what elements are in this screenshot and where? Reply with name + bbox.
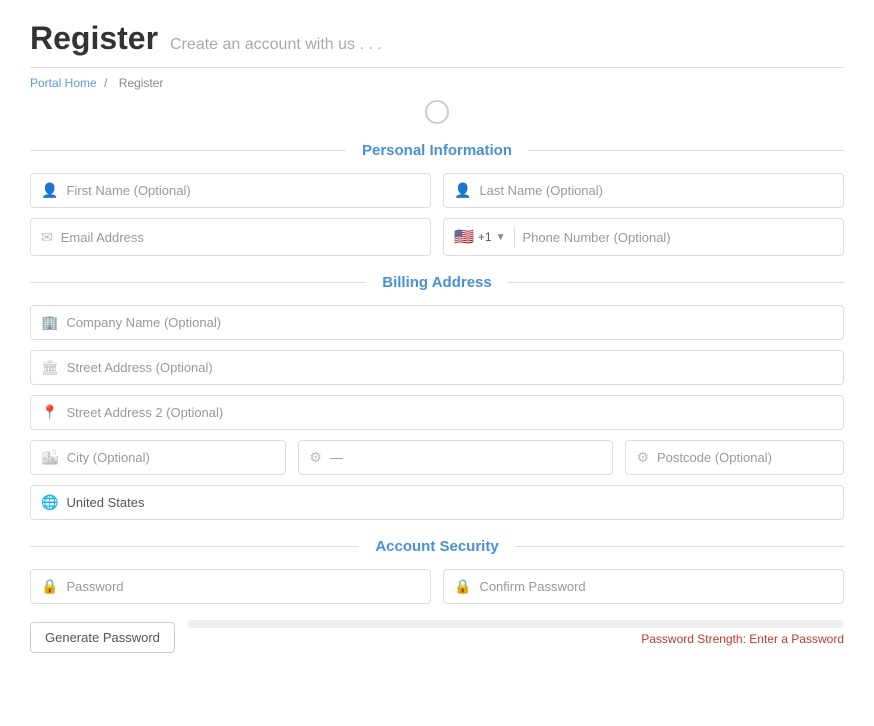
country-row: 🌐 xyxy=(30,485,844,520)
strength-label: Password Strength: xyxy=(641,632,746,646)
last-name-input[interactable] xyxy=(479,183,833,198)
phone-code: +1 xyxy=(478,230,492,244)
contact-row: ✉ 🇺🇸 +1 ▼ xyxy=(30,218,844,256)
strength-container: Password Strength: Enter a Password xyxy=(187,614,844,646)
postcode-field[interactable]: ⚙ xyxy=(625,440,844,475)
street1-input[interactable] xyxy=(67,360,833,375)
state-input[interactable] xyxy=(330,450,602,465)
country-field[interactable]: 🌐 xyxy=(30,485,844,520)
last-name-field[interactable]: 👤 xyxy=(443,173,844,208)
street2-field[interactable]: 📍 xyxy=(30,395,844,430)
breadcrumb: Portal Home / Register xyxy=(30,76,844,90)
breadcrumb-separator: / xyxy=(104,76,107,90)
street2-row: 📍 xyxy=(30,395,844,430)
globe-icon: 🌐 xyxy=(41,494,58,511)
strength-value: Enter a Password xyxy=(749,632,844,646)
lock-icon-2: 🔒 xyxy=(454,578,471,595)
city-field[interactable]: 🏙 xyxy=(30,440,286,475)
lock-icon: 🔒 xyxy=(41,578,58,595)
email-icon: ✉ xyxy=(41,229,53,246)
page-title: Register xyxy=(30,20,158,57)
location-icon: 📍 xyxy=(41,404,58,421)
generate-password-button[interactable]: Generate Password xyxy=(30,622,175,653)
phone-field[interactable]: 🇺🇸 +1 ▼ xyxy=(443,218,844,256)
country-input[interactable] xyxy=(66,495,833,510)
account-security-divider: Account Security xyxy=(30,538,844,555)
page-subtitle: Create an account with us . . . xyxy=(170,36,382,54)
state-field[interactable]: ⚙ xyxy=(298,440,613,475)
company-input[interactable] xyxy=(66,315,833,330)
password-strength-bar xyxy=(187,620,844,628)
state-icon: ⚙ xyxy=(309,449,322,466)
flag-icon: 🇺🇸 xyxy=(454,227,474,247)
password-input[interactable] xyxy=(66,579,420,594)
personal-info-title: Personal Information xyxy=(346,142,528,159)
password-bottom: Generate Password Password Strength: Ent… xyxy=(30,614,844,653)
building-icon: 🏢 xyxy=(41,314,58,331)
billing-address-title: Billing Address xyxy=(366,274,507,291)
street2-input[interactable] xyxy=(66,405,833,420)
city-icon: 🏙 xyxy=(41,449,59,466)
page-header: Register Create an account with us . . . xyxy=(30,20,844,68)
person-icon-2: 👤 xyxy=(454,182,471,199)
password-field[interactable]: 🔒 xyxy=(30,569,431,604)
loading-indicator xyxy=(425,100,449,124)
postcode-input[interactable] xyxy=(657,450,833,465)
email-input[interactable] xyxy=(61,230,420,245)
confirm-password-input[interactable] xyxy=(479,579,833,594)
password-row: 🔒 🔒 xyxy=(30,569,844,604)
breadcrumb-current: Register xyxy=(119,76,164,90)
phone-input[interactable] xyxy=(523,230,833,245)
confirm-password-field[interactable]: 🔒 xyxy=(443,569,844,604)
city-state-postcode-row: 🏙 ⚙ ⚙ xyxy=(30,440,844,475)
person-icon: 👤 xyxy=(41,182,58,199)
street1-row: 🏛 xyxy=(30,350,844,385)
breadcrumb-home[interactable]: Portal Home xyxy=(30,76,97,90)
street-icon: 🏛 xyxy=(41,359,59,376)
first-name-field[interactable]: 👤 xyxy=(30,173,431,208)
personal-info-divider: Personal Information xyxy=(30,142,844,159)
company-row: 🏢 xyxy=(30,305,844,340)
phone-dropdown-arrow: ▼ xyxy=(496,232,506,243)
street1-field[interactable]: 🏛 xyxy=(30,350,844,385)
account-security-title: Account Security xyxy=(359,538,514,555)
city-input[interactable] xyxy=(67,450,276,465)
email-field[interactable]: ✉ xyxy=(30,218,431,256)
company-field[interactable]: 🏢 xyxy=(30,305,844,340)
first-name-input[interactable] xyxy=(66,183,420,198)
name-row: 👤 👤 xyxy=(30,173,844,208)
phone-prefix-selector[interactable]: 🇺🇸 +1 ▼ xyxy=(454,227,515,247)
billing-address-divider: Billing Address xyxy=(30,274,844,291)
postcode-icon: ⚙ xyxy=(636,449,649,466)
password-strength-text: Password Strength: Enter a Password xyxy=(187,632,844,646)
